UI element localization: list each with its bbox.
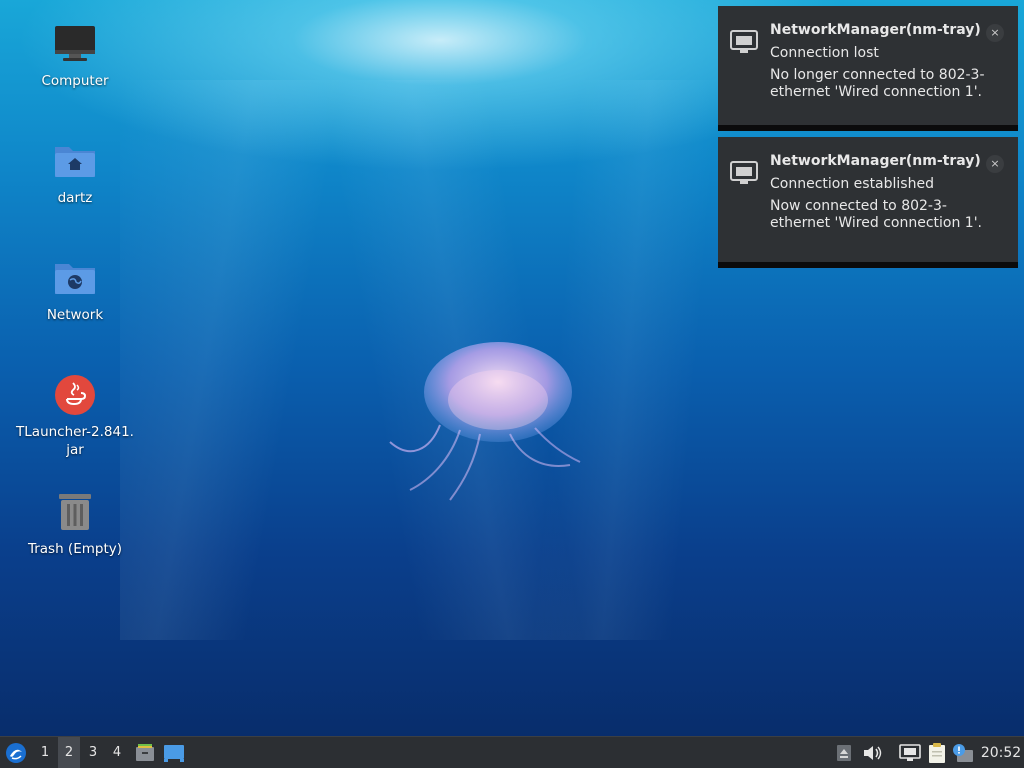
tray-update-notifier[interactable]: [951, 737, 975, 768]
tray-network[interactable]: [898, 737, 922, 768]
desktop-icon-home-folder[interactable]: dartz: [15, 137, 135, 207]
network-wired-icon: [899, 743, 921, 761]
desktop-icon-network[interactable]: Network: [15, 254, 135, 324]
jellyfish-wallpaper-art: [389, 342, 581, 501]
notification-app-name: NetworkManager(nm-tray): [770, 22, 981, 38]
desktop-icon-computer[interactable]: Computer: [15, 20, 135, 90]
java-icon: [55, 375, 95, 415]
desktop-icon-label: TLauncher-2.841.jar: [16, 424, 134, 458]
file-manager-icon: [136, 743, 154, 761]
desktop-icon-label: Computer: [41, 73, 109, 89]
update-notifier-icon: [953, 743, 973, 762]
tray-arrow-icon: [837, 744, 851, 761]
tray-clipboard[interactable]: [925, 737, 949, 768]
notification-app-name: NetworkManager(nm-tray): [770, 153, 981, 169]
workspace-2[interactable]: 2: [58, 737, 80, 768]
notification-connection-lost[interactable]: NetworkManager(nm-tray) Connection lost …: [718, 6, 1018, 131]
quicklaunch-file-manager[interactable]: [133, 737, 157, 768]
volume-icon: [864, 745, 882, 760]
clipboard-icon: [929, 742, 945, 763]
notification-body: Now connected to 802-3-ethernet 'Wired c…: [770, 198, 982, 231]
desktop-icon-label: Network: [46, 307, 104, 323]
network-wired-icon: [730, 161, 758, 184]
tray-expand-button[interactable]: [834, 737, 854, 768]
desktop-icon-label: Trash (Empty): [27, 541, 123, 557]
notification-divider: [718, 262, 1018, 268]
network-wired-icon: [730, 30, 758, 53]
taskbar: 1 2 3 4 20:52: [0, 736, 1024, 768]
workspace-4[interactable]: 4: [106, 737, 128, 768]
notification-close-button[interactable]: ×: [986, 155, 1004, 173]
lubuntu-menu-icon: [6, 742, 26, 763]
clock[interactable]: 20:52: [978, 737, 1024, 768]
tray-volume[interactable]: [860, 737, 884, 768]
notification-summary: Connection established: [770, 176, 934, 192]
computer-icon: [55, 26, 95, 61]
home-folder-icon: [55, 147, 95, 177]
workspace-3[interactable]: 3: [82, 737, 104, 768]
notification-body: No longer connected to 802-3-ethernet 'W…: [770, 67, 985, 100]
quicklaunch-show-desktop[interactable]: [161, 737, 187, 768]
show-desktop-icon: [164, 744, 184, 762]
desktop-icon-tlauncher[interactable]: TLauncher-2.841.jar: [15, 371, 135, 459]
desktop-icon-trash[interactable]: Trash (Empty): [15, 488, 135, 558]
desktop-icon-label: dartz: [57, 190, 93, 206]
trash-icon: [59, 494, 91, 530]
notification-connection-established[interactable]: NetworkManager(nm-tray) Connection estab…: [718, 137, 1018, 268]
notification-close-button[interactable]: ×: [986, 24, 1004, 42]
notification-divider: [718, 125, 1018, 131]
workspace-1[interactable]: 1: [34, 737, 56, 768]
start-menu-button[interactable]: [2, 737, 30, 768]
notification-summary: Connection lost: [770, 45, 879, 61]
network-folder-icon: [55, 264, 95, 294]
